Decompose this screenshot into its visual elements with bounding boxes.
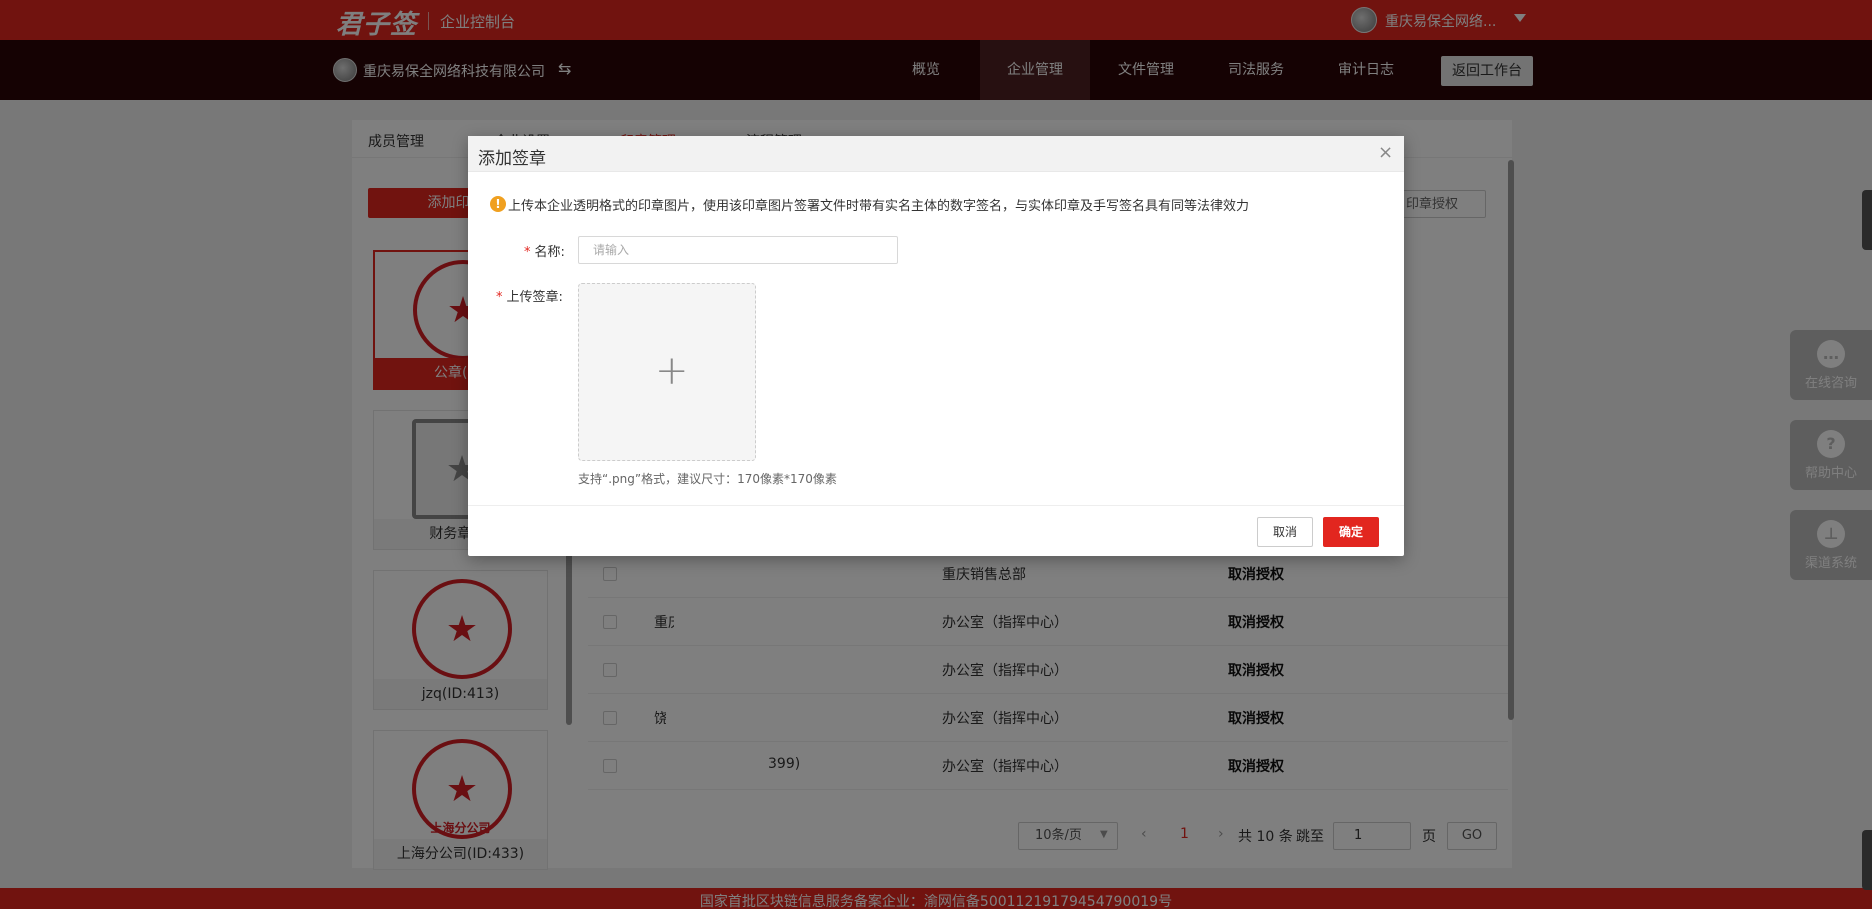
name-label-text: 名称: (534, 245, 565, 260)
cancel-button[interactable]: 取消 (1257, 517, 1313, 547)
required-mark: * (496, 290, 503, 305)
name-label: * 名称: (524, 241, 565, 260)
upload-label: * 上传签章: (496, 286, 563, 305)
plus-icon: + (655, 348, 689, 394)
required-mark: * (524, 245, 531, 260)
upload-label-text: 上传签章: (506, 290, 563, 305)
upload-hint: 支持“.png”格式，建议尺寸：170像素*170像素 (578, 472, 837, 486)
notice-text: 上传本企业透明格式的印章图片，使用该印章图片签署文件时带有实名主体的数字签名，与… (508, 199, 1250, 214)
dialog-header: 添加签章 × (468, 136, 1404, 172)
seal-name-input[interactable] (578, 236, 898, 264)
add-seal-dialog: 添加签章 × ! 上传本企业透明格式的印章图片，使用该印章图片签署文件时带有实名… (468, 136, 1404, 556)
dialog-divider (468, 505, 1404, 506)
warning-icon: ! (490, 196, 506, 212)
upload-seal-dropzone[interactable]: + (578, 283, 756, 461)
dialog-title: 添加签章 (478, 149, 546, 169)
confirm-button[interactable]: 确定 (1323, 517, 1379, 547)
close-icon[interactable]: × (1378, 142, 1393, 163)
